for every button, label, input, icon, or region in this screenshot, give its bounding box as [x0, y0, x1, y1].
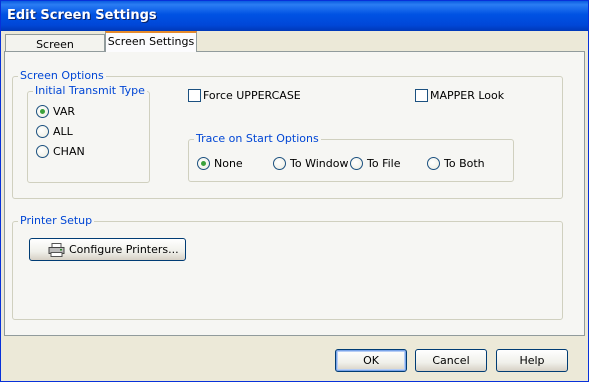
radio-var-label[interactable]: VAR [53, 105, 75, 118]
printer-setup-group: Printer Setup Configure Printers... [12, 214, 563, 320]
tab-screen-connection[interactable]: Screen Connection [5, 34, 105, 64]
radio-all-label[interactable]: ALL [53, 125, 73, 138]
trace-on-start-options-group: Trace on Start Options None To Window To… [188, 132, 514, 182]
edit-screen-settings-dialog: Edit Screen Settings Screen Connection S… [0, 0, 589, 382]
trace-on-start-options-label: Trace on Start Options [194, 132, 321, 145]
configure-printers-label: Configure Printers... [69, 243, 179, 256]
window-title: Edit Screen Settings [7, 8, 157, 23]
radio-trace-to-file[interactable] [350, 157, 363, 170]
tab-panel-screen-settings: Screen Options Initial Transmit Type VAR… [4, 51, 585, 336]
mapper-look-label[interactable]: MAPPER Look [430, 89, 504, 102]
radio-trace-to-window[interactable] [273, 157, 286, 170]
force-uppercase-label[interactable]: Force UPPERCASE [203, 89, 301, 102]
radio-all[interactable] [36, 125, 49, 138]
radio-trace-to-file-label[interactable]: To File [367, 157, 400, 170]
title-bar[interactable]: Edit Screen Settings [1, 1, 588, 31]
initial-transmit-type-group: Initial Transmit Type VAR ALL CHAN [27, 84, 150, 183]
help-button[interactable]: Help [496, 349, 568, 372]
radio-trace-to-both-label[interactable]: To Both [444, 157, 485, 170]
screen-options-group: Screen Options Initial Transmit Type VAR… [12, 69, 563, 199]
printer-setup-label: Printer Setup [18, 214, 95, 227]
screen-options-label: Screen Options [18, 69, 106, 82]
radio-chan-label[interactable]: CHAN [53, 145, 85, 158]
radio-chan[interactable] [36, 145, 49, 158]
radio-var[interactable] [36, 105, 49, 118]
cancel-button[interactable]: Cancel [415, 349, 487, 372]
printer-icon [48, 243, 65, 257]
radio-trace-to-both[interactable] [427, 157, 440, 170]
cancel-button-label: Cancel [432, 354, 470, 367]
tab-screen-settings[interactable]: Screen Settings [105, 31, 197, 52]
radio-trace-none-label[interactable]: None [214, 157, 243, 170]
mapper-look-checkbox[interactable] [415, 89, 428, 102]
configure-printers-button[interactable]: Configure Printers... [29, 238, 186, 261]
initial-transmit-type-label: Initial Transmit Type [33, 84, 147, 97]
radio-trace-to-window-label[interactable]: To Window [290, 157, 348, 170]
force-uppercase-checkbox[interactable] [188, 89, 201, 102]
radio-trace-none[interactable] [197, 157, 210, 170]
ok-button-label: OK [363, 354, 379, 367]
ok-button[interactable]: OK [335, 349, 407, 372]
help-button-label: Help [519, 354, 545, 367]
